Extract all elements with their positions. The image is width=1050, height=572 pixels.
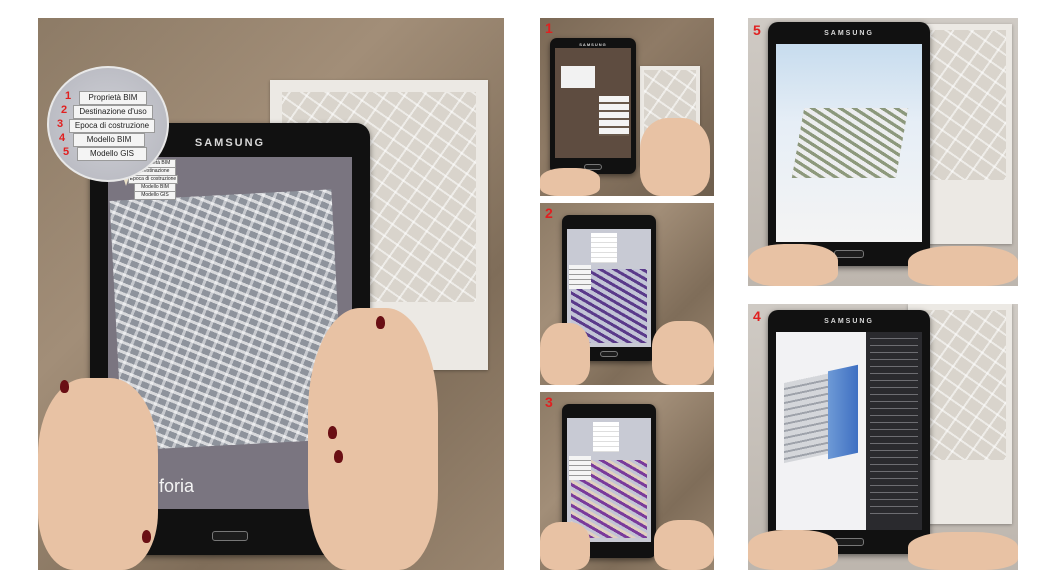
menu-number: 1 bbox=[65, 90, 72, 102]
hand bbox=[540, 323, 590, 385]
hand bbox=[652, 321, 714, 385]
panel-1: SAMSUNG 1 bbox=[540, 18, 714, 196]
bim-properties-panel bbox=[866, 332, 922, 530]
panel-number: 2 bbox=[545, 205, 553, 221]
hand bbox=[748, 530, 838, 570]
tablet-brand: SAMSUNG bbox=[824, 318, 874, 325]
data-table bbox=[591, 233, 617, 263]
tablet-screen bbox=[776, 44, 922, 242]
menu-number: 5 bbox=[63, 146, 70, 158]
fingernail bbox=[328, 426, 337, 439]
panel-2: 2 bbox=[540, 203, 714, 385]
screen-menu bbox=[569, 456, 591, 480]
panel-5: SAMSUNG 5 bbox=[748, 18, 1018, 286]
panel-number: 3 bbox=[545, 394, 553, 410]
screen-menu bbox=[569, 265, 591, 289]
panel-3: 3 bbox=[540, 392, 714, 570]
data-table bbox=[593, 422, 619, 452]
panel-4: SAMSUNG 4 bbox=[748, 304, 1018, 570]
bim-glass-tower bbox=[828, 364, 858, 460]
magnifier-item-bim-model[interactable]: Modello BIM bbox=[73, 133, 145, 147]
left-hand bbox=[38, 378, 158, 570]
magnifier-item-land-use[interactable]: Destinazione d'uso bbox=[73, 105, 153, 119]
magnifier-menu: 1 Proprietà BIM 2 Destinazione d'uso 3 E… bbox=[55, 90, 161, 161]
right-hand bbox=[308, 308, 438, 570]
fingernail bbox=[334, 450, 343, 463]
magnifier-item-construction-age[interactable]: Epoca di costruzione bbox=[69, 119, 155, 133]
home-button bbox=[834, 538, 864, 546]
hand bbox=[540, 168, 600, 196]
fingernail bbox=[376, 316, 385, 329]
panel-number: 5 bbox=[753, 22, 761, 38]
info-card bbox=[561, 66, 595, 88]
hand bbox=[908, 246, 1018, 286]
hand bbox=[540, 522, 590, 570]
tablet-screen bbox=[776, 332, 922, 530]
tablet-brand: SAMSUNG bbox=[579, 42, 607, 47]
magnifier-item-bim-properties[interactable]: Proprietà BIM bbox=[79, 91, 147, 105]
menu-number: 3 bbox=[57, 118, 64, 130]
hand bbox=[654, 520, 714, 570]
fingernail bbox=[142, 530, 151, 543]
tablet-screen bbox=[555, 48, 631, 158]
gis-city-model bbox=[791, 108, 909, 178]
tablet: SAMSUNG bbox=[768, 22, 930, 266]
fingernail bbox=[60, 380, 69, 393]
panel-number: 1 bbox=[545, 20, 553, 36]
hand bbox=[748, 244, 838, 286]
menu-number: 4 bbox=[59, 132, 66, 144]
magnifier-item-gis-model[interactable]: Modello GIS bbox=[77, 147, 147, 161]
tablet: SAMSUNG bbox=[768, 310, 930, 554]
home-button bbox=[212, 531, 248, 541]
menu-number: 2 bbox=[61, 104, 68, 116]
panel-number: 4 bbox=[753, 308, 761, 324]
home-button bbox=[834, 250, 864, 258]
hand bbox=[908, 532, 1018, 570]
screen-menu bbox=[599, 96, 629, 136]
hand bbox=[640, 118, 710, 196]
main-photo: SAMSUNG Proprietà BIM Destinazione d'uso… bbox=[38, 18, 504, 570]
tablet-brand: SAMSUNG bbox=[824, 30, 874, 37]
magnifier-callout: 1 Proprietà BIM 2 Destinazione d'uso 3 E… bbox=[47, 66, 169, 182]
bim-building-model bbox=[784, 372, 832, 464]
home-button bbox=[600, 351, 618, 357]
tablet: SAMSUNG bbox=[550, 38, 636, 174]
menu-item-gis-model[interactable]: Modello GIS bbox=[134, 191, 176, 200]
